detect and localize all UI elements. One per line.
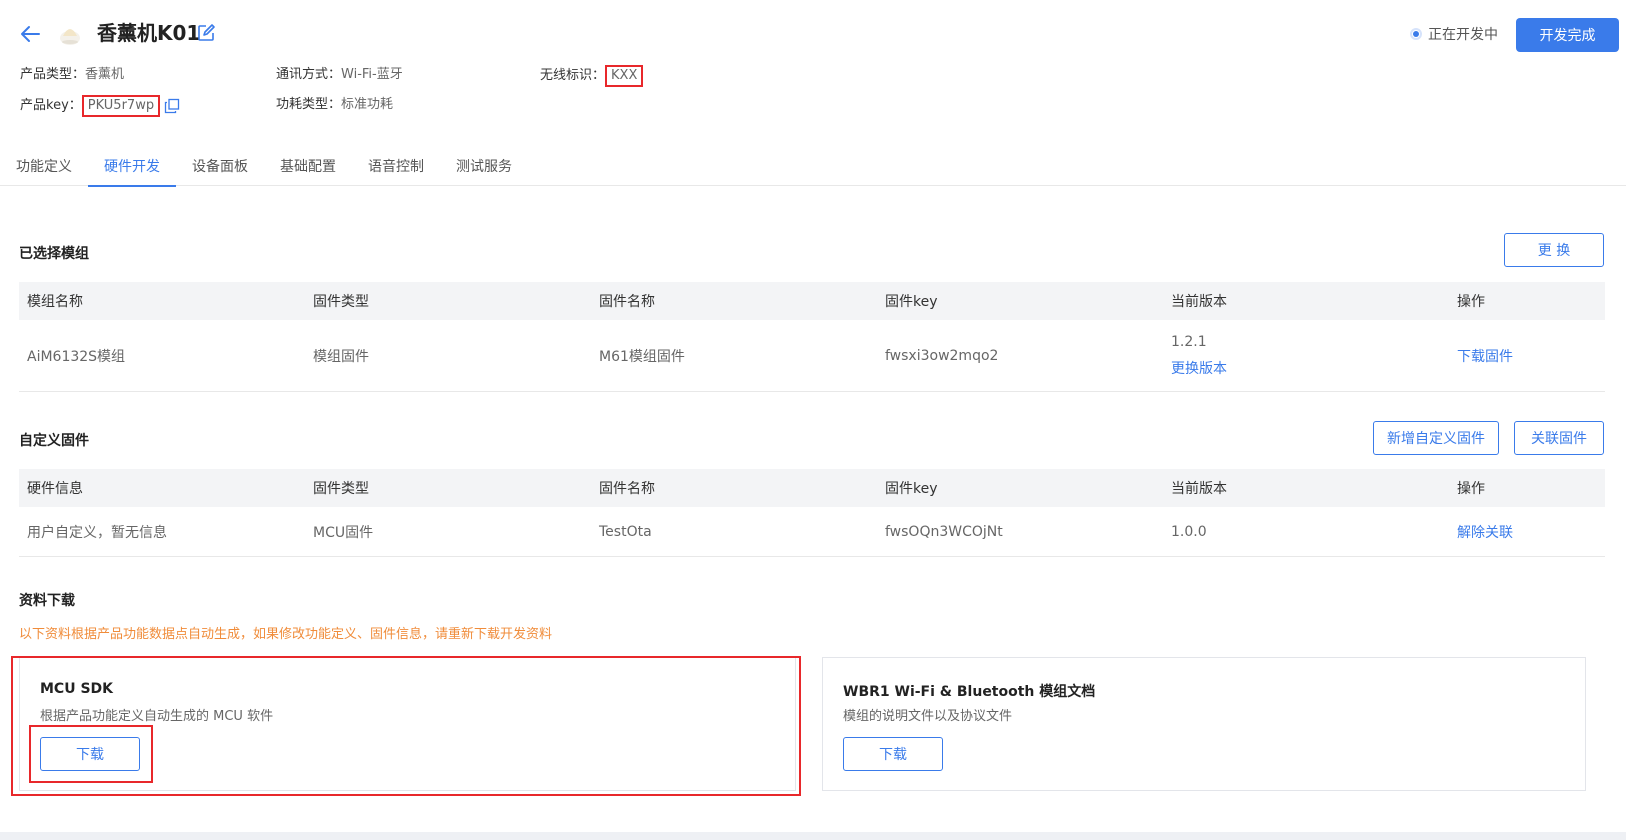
module-docs-card: WBR1 Wi-Fi & Bluetooth 模组文档 模组的说明文件以及协议文… [822, 657, 1586, 791]
wireless-label: 无线标识 [540, 68, 593, 83]
comm-value: Wi-Fi-蓝牙 [341, 67, 403, 82]
meta-product-type: 产品类型： 香薰机 [20, 65, 124, 85]
status-dot-icon [1410, 28, 1422, 40]
wireless-value: KXX [605, 65, 644, 87]
dev-status: 正在开发中 [1410, 24, 1498, 44]
meta-wireless: 无线标识： KXX [540, 65, 644, 87]
tab-bar: 功能定义 硬件开发 设备面板 基础配置 语音控制 测试服务 [0, 152, 528, 187]
meta-comm: 通讯方式： Wi-Fi-蓝牙 [276, 65, 403, 85]
column-header: 操作 [1457, 294, 1485, 310]
tab-basic-config[interactable]: 基础配置 [264, 152, 352, 186]
table-row: 用户自定义，暂无信息 MCU固件 TestOta fwsOQn3WCOjNt 1… [19, 507, 1605, 557]
table-row: AiM6132S模组 模组固件 M61模组固件 fwsxi3ow2mqo2 1.… [19, 320, 1605, 392]
column-header: 模组名称 [27, 294, 83, 310]
firmware-type: MCU固件 [313, 524, 374, 541]
version-cell: 1.2.1 更换版本 [1163, 334, 1449, 378]
module-name: AiM6132S模组 [27, 348, 126, 365]
firmware-key: fwsxi3ow2mqo2 [885, 347, 999, 364]
firmware-name: TestOta [599, 523, 652, 540]
custom-firmware-table: 硬件信息 固件类型 固件名称 固件key 当前版本 操作 用户自定义，暂无信息 … [19, 469, 1605, 557]
tab-voice-control[interactable]: 语音控制 [352, 152, 440, 186]
table-header: 硬件信息 固件类型 固件名称 固件key 当前版本 操作 [19, 469, 1605, 507]
status-label: 正在开发中 [1428, 27, 1498, 43]
back-arrow-icon[interactable] [18, 22, 42, 46]
card-title: MCU SDK [40, 681, 114, 697]
change-module-button[interactable]: 更 换 [1504, 233, 1604, 267]
table-header: 模组名称 固件类型 固件名称 固件key 当前版本 操作 [19, 282, 1605, 320]
edit-icon[interactable] [196, 23, 216, 43]
column-header: 固件key [885, 294, 938, 310]
product-type-value: 香薰机 [85, 67, 125, 82]
mcu-sdk-card: MCU SDK 根据产品功能定义自动生成的 MCU 软件 下载 [19, 657, 796, 791]
column-header: 当前版本 [1171, 481, 1227, 497]
firmware-key: fwsOQn3WCOjNt [885, 523, 1003, 540]
tab-device-panel[interactable]: 设备面板 [176, 152, 264, 186]
column-header: 固件名称 [599, 294, 655, 310]
tab-function-definition[interactable]: 功能定义 [0, 152, 88, 186]
product-type-label: 产品类型 [20, 67, 73, 82]
column-header: 操作 [1457, 481, 1485, 497]
card-title: WBR1 Wi-Fi & Bluetooth 模组文档 [843, 684, 1096, 700]
firmware-name: M61模组固件 [599, 348, 685, 365]
complete-development-button[interactable]: 开发完成 [1516, 18, 1619, 52]
card-description: 模组的说明文件以及协议文件 [843, 709, 1013, 724]
card-description: 根据产品功能定义自动生成的 MCU 软件 [40, 709, 274, 724]
selected-module-table: 模组名称 固件类型 固件名称 固件key 当前版本 操作 AiM6132S模组 … [19, 282, 1605, 392]
power-label: 功耗类型 [276, 97, 329, 112]
tab-hardware-development[interactable]: 硬件开发 [88, 152, 176, 187]
download-firmware-link[interactable]: 下载固件 [1449, 346, 1605, 366]
column-header: 当前版本 [1171, 294, 1227, 310]
meta-product-key: 产品key： PKU5r7wp [20, 95, 180, 117]
downloads-notice: 以下资料根据产品功能数据点自动生成，如果修改功能定义、固件信息，请重新下载开发资… [19, 627, 553, 642]
custom-firmware-title: 自定义固件 [19, 433, 89, 449]
firmware-type: 模组固件 [313, 348, 369, 365]
comm-label: 通讯方式 [276, 67, 329, 82]
unlink-firmware-link[interactable]: 解除关联 [1449, 522, 1605, 542]
column-header: 固件类型 [313, 481, 369, 497]
hardware-info: 用户自定义，暂无信息 [27, 524, 167, 541]
change-version-link[interactable]: 更换版本 [1171, 358, 1449, 378]
link-firmware-button[interactable]: 关联固件 [1514, 421, 1604, 455]
column-header: 硬件信息 [27, 481, 83, 497]
tab-test-service[interactable]: 测试服务 [440, 152, 528, 186]
download-module-docs-button[interactable]: 下载 [843, 737, 943, 771]
product-title: 香薰机K01 [97, 21, 201, 45]
current-version: 1.0.0 [1171, 523, 1207, 540]
product-key-label: 产品key [20, 98, 69, 113]
column-header: 固件类型 [313, 294, 369, 310]
product-header: 香薰机K01 正在开发中 开发完成 产品类型： 香薰机 通讯方式： Wi-Fi-… [0, 0, 1626, 187]
add-custom-firmware-button[interactable]: 新增自定义固件 [1373, 421, 1499, 455]
current-version: 1.2.1 [1171, 333, 1207, 350]
product-thumbnail-icon [60, 29, 80, 45]
column-header: 固件名称 [599, 481, 655, 497]
meta-power: 功耗类型： 标准功耗 [276, 95, 393, 115]
download-mcu-sdk-button[interactable]: 下载 [40, 737, 140, 771]
downloads-title: 资料下载 [19, 593, 75, 609]
copy-icon[interactable] [164, 98, 180, 114]
product-key-value: PKU5r7wp [81, 95, 161, 117]
power-value: 标准功耗 [341, 97, 394, 112]
selected-module-title: 已选择模组 [19, 246, 89, 262]
column-header: 固件key [885, 481, 938, 497]
page: 香薰机K01 正在开发中 开发完成 产品类型： 香薰机 通讯方式： Wi-Fi-… [0, 0, 1626, 832]
